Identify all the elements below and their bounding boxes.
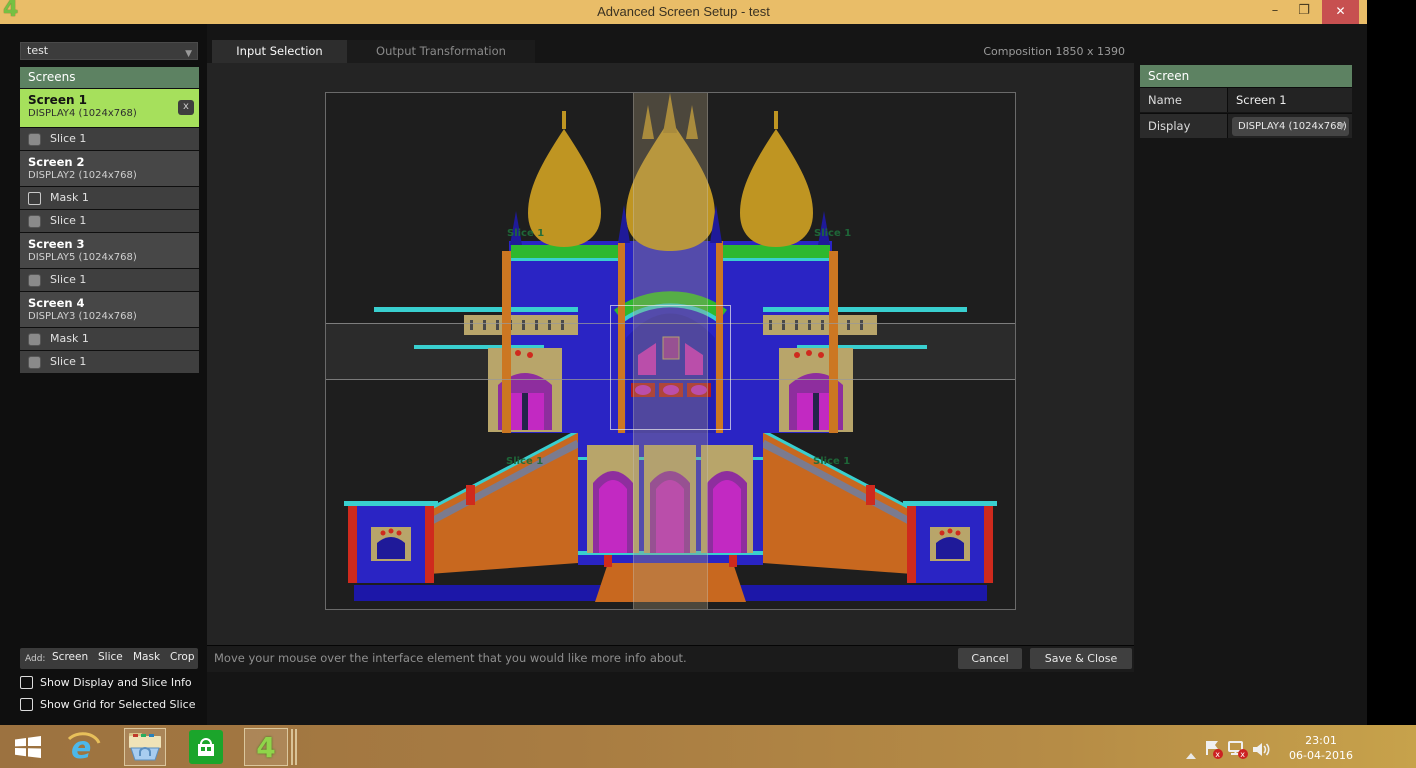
sidebar-item-slice[interactable]: Slice 1 bbox=[20, 351, 199, 373]
screen-name: Screen 3 bbox=[28, 237, 85, 251]
display-dropdown[interactable]: DISPLAY4 (1024x768) ▼ bbox=[1232, 117, 1349, 136]
slice-label-overlay: Slice 1 bbox=[507, 228, 544, 239]
tab-output-transformation[interactable]: Output Transformation bbox=[347, 40, 535, 63]
sidebar-item-screen-4[interactable]: Screen 4 DISPLAY3 (1024x768) bbox=[20, 292, 199, 327]
mask-label: Mask 1 bbox=[50, 332, 89, 345]
composition-size-label: Composition 1850 x 1390 bbox=[900, 40, 1125, 63]
windows-store-button[interactable] bbox=[186, 728, 226, 766]
sidebar-item-slice[interactable]: Slice 1 bbox=[20, 210, 199, 232]
preset-dropdown[interactable]: test ▼ bbox=[20, 42, 198, 60]
start-button[interactable] bbox=[8, 728, 48, 766]
windows-store-icon bbox=[189, 730, 223, 764]
mask-label: Mask 1 bbox=[50, 191, 89, 204]
screen-name: Screen 4 bbox=[28, 296, 85, 310]
add-toolbar: Add: Screen Slice Mask Crop bbox=[20, 648, 198, 669]
mask-checkbox[interactable] bbox=[28, 333, 41, 346]
slice-label-overlay: Slice 1 bbox=[814, 228, 851, 239]
tray-date-text: 06-04-2016 bbox=[1285, 748, 1357, 763]
slice-checkbox[interactable] bbox=[28, 274, 41, 287]
internet-explorer-button[interactable]: e bbox=[62, 728, 104, 766]
action-center-button[interactable]: x bbox=[1204, 740, 1224, 764]
minimize-button[interactable]: – bbox=[1262, 0, 1288, 24]
tray-time-text: 23:01 bbox=[1285, 733, 1357, 748]
maximize-button[interactable]: ❐ bbox=[1291, 0, 1317, 24]
sidebar-item-mask[interactable]: Mask 1 bbox=[20, 328, 199, 350]
cancel-button[interactable]: Cancel bbox=[958, 648, 1022, 669]
slice-label: Slice 1 bbox=[50, 355, 86, 368]
properties-header: Screen bbox=[1140, 65, 1352, 87]
property-display-value: DISPLAY4 (1024x768) ▼ bbox=[1227, 113, 1352, 138]
screen-name: Screen 2 bbox=[28, 155, 85, 169]
tray-expand-button[interactable] bbox=[1184, 746, 1198, 765]
screens-list-header: Screens bbox=[20, 67, 199, 88]
slice-checkbox[interactable] bbox=[28, 356, 41, 369]
property-name-value[interactable]: Screen 1 bbox=[1227, 87, 1352, 112]
desktop-area bbox=[1367, 0, 1416, 725]
network-disconnected-icon: x bbox=[1228, 740, 1249, 760]
screen-display: DISPLAY4 (1024x768) bbox=[28, 108, 137, 119]
show-grid-checkbox[interactable] bbox=[20, 698, 33, 711]
stacked-window-edge bbox=[291, 729, 293, 765]
sidebar-item-slice[interactable]: Slice 1 bbox=[20, 269, 199, 291]
close-button[interactable]: ✕ bbox=[1322, 0, 1359, 24]
preset-dropdown-value: test bbox=[27, 44, 48, 57]
internet-explorer-icon: e bbox=[65, 730, 101, 764]
windows-logo-icon bbox=[15, 736, 41, 758]
slice-label-overlay: Slice 1 bbox=[506, 456, 543, 467]
sidebar-item-screen-1[interactable]: Screen 1 DISPLAY4 (1024x768) x bbox=[20, 89, 199, 127]
sidebar-item-slice[interactable]: Slice 1 bbox=[20, 128, 199, 150]
add-label: Add: bbox=[25, 654, 45, 664]
svg-text:x: x bbox=[1240, 750, 1245, 759]
network-status-button[interactable]: x bbox=[1228, 740, 1249, 764]
slice-checkbox[interactable] bbox=[28, 133, 41, 146]
flag-alert-icon: x bbox=[1204, 740, 1224, 760]
screen-display: DISPLAY2 (1024x768) bbox=[28, 170, 137, 181]
sidebar-item-mask[interactable]: Mask 1 bbox=[20, 187, 199, 209]
sidebar-item-screen-3[interactable]: Screen 3 DISPLAY5 (1024x768) bbox=[20, 233, 199, 268]
add-slice-button[interactable]: Slice bbox=[98, 651, 123, 663]
display-dropdown-value: DISPLAY4 (1024x768) bbox=[1238, 121, 1347, 132]
screen-display: DISPLAY5 (1024x768) bbox=[28, 252, 137, 263]
screen: 4 Advanced Screen Setup - test – ❐ ✕ tes… bbox=[0, 0, 1416, 768]
chevron-up-icon bbox=[1184, 751, 1198, 761]
chevron-down-icon: ▼ bbox=[185, 46, 192, 62]
slice-label: Slice 1 bbox=[50, 214, 86, 227]
arena-4-app-button[interactable]: 4 bbox=[244, 728, 288, 766]
remove-screen-button[interactable]: x bbox=[178, 100, 194, 115]
selected-slice-outline[interactable] bbox=[610, 305, 731, 430]
tray-clock[interactable]: 23:01 06-04-2016 bbox=[1285, 733, 1357, 763]
arena-4-icon: 4 bbox=[256, 731, 275, 764]
property-display-label: Display bbox=[1140, 113, 1227, 138]
show-display-info-label: Show Display and Slice Info bbox=[40, 676, 192, 689]
screen-name-value: Screen 1 bbox=[1236, 93, 1287, 107]
chevron-down-icon: ▼ bbox=[1338, 118, 1345, 137]
file-explorer-button[interactable] bbox=[124, 728, 166, 766]
sidebar-item-screen-2[interactable]: Screen 2 DISPLAY2 (1024x768) bbox=[20, 151, 199, 186]
add-mask-button[interactable]: Mask bbox=[133, 651, 160, 663]
file-explorer-icon bbox=[127, 732, 163, 762]
stacked-window-edge bbox=[295, 729, 297, 765]
property-name-label: Name bbox=[1140, 87, 1227, 112]
window-title: Advanced Screen Setup - test bbox=[0, 0, 1367, 24]
slice-label-overlay: Slice 1 bbox=[813, 456, 850, 467]
add-crop-button[interactable]: Crop bbox=[170, 651, 195, 663]
slice-label: Slice 1 bbox=[50, 273, 86, 286]
screen-name: Screen 1 bbox=[28, 93, 87, 107]
show-display-info-checkbox[interactable] bbox=[20, 676, 33, 689]
tab-input-selection[interactable]: Input Selection bbox=[212, 40, 347, 63]
screen-display: DISPLAY3 (1024x768) bbox=[28, 311, 137, 322]
save-close-button[interactable]: Save & Close bbox=[1030, 648, 1132, 669]
slice-label: Slice 1 bbox=[50, 132, 86, 145]
mask-checkbox[interactable] bbox=[28, 192, 41, 205]
show-grid-label: Show Grid for Selected Slice bbox=[40, 698, 195, 711]
speaker-icon bbox=[1252, 741, 1271, 758]
volume-button[interactable] bbox=[1252, 741, 1271, 762]
add-screen-button[interactable]: Screen bbox=[52, 651, 88, 663]
slice-checkbox[interactable] bbox=[28, 215, 41, 228]
status-text: Move your mouse over the interface eleme… bbox=[214, 645, 687, 672]
svg-text:x: x bbox=[1215, 750, 1220, 759]
